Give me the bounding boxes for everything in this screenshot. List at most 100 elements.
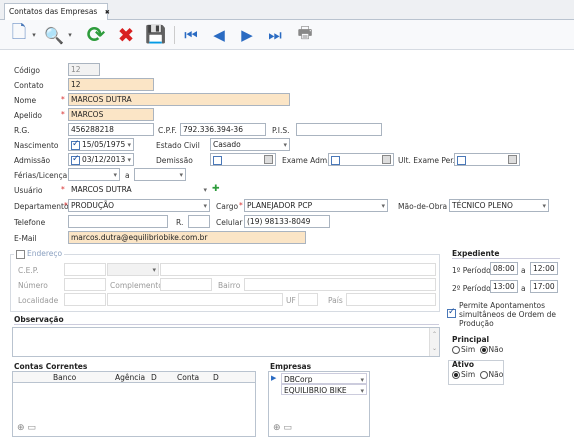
radio-nao[interactable] — [479, 371, 488, 379]
save-icon[interactable]: 💾 — [144, 22, 168, 48]
delete-icon[interactable]: ✖ — [114, 22, 138, 48]
radio-sim[interactable] — [452, 346, 460, 354]
print-icon[interactable]: 🖶 — [294, 22, 316, 48]
exame-adm-field[interactable] — [328, 153, 394, 166]
checkbox-icon[interactable] — [71, 139, 80, 150]
principal-title: Principal — [452, 335, 490, 344]
chevron-down-icon[interactable]: ▾ — [542, 201, 546, 211]
chevron-down-icon[interactable]: ▾ — [360, 386, 364, 394]
scrollbar[interactable]: ⌃ ⌄ — [429, 328, 439, 356]
first-record-icon[interactable]: ⏮ — [180, 22, 202, 48]
add-icon[interactable]: ✚ — [212, 184, 220, 194]
demissao-field[interactable] — [210, 153, 276, 166]
bairro-label: Bairro — [218, 281, 241, 290]
celular-field[interactable]: (19) 98133-8049 — [244, 215, 330, 228]
periodo2-label: 2º Período — [452, 284, 491, 293]
chevron-down-icon[interactable]: ▾ — [203, 201, 207, 211]
last-record-icon[interactable]: ⏭ — [264, 22, 286, 48]
ferias-separator: a — [125, 171, 130, 180]
chevron-down-icon[interactable]: ▾ — [127, 140, 131, 150]
add-row-icon[interactable]: ⊕ ▭ — [17, 423, 36, 433]
departamento-select[interactable]: PRODUÇÃO ▾ — [68, 199, 210, 212]
periodo2-end[interactable]: 17:00 — [530, 280, 558, 293]
cargo-select[interactable]: PLANEJADOR PCP ▾ — [244, 199, 388, 212]
bairro-field — [244, 278, 436, 291]
observacao-title: Observação — [14, 315, 64, 324]
periodo2-start[interactable]: 13:00 — [490, 280, 518, 293]
ult-exame-field[interactable] — [454, 153, 520, 166]
checkbox-icon[interactable] — [16, 249, 25, 259]
close-icon[interactable]: ✖ — [105, 9, 110, 16]
col-d2[interactable]: D — [213, 373, 219, 382]
permite-label: Permite Apontamentos simultâneos de Orde… — [459, 301, 556, 328]
checkbox-icon[interactable] — [457, 155, 466, 165]
localidade-field — [64, 293, 106, 306]
col-agencia[interactable]: Agência — [115, 373, 145, 382]
rg-field[interactable]: 456288218 — [68, 123, 154, 136]
pis-field[interactable] — [296, 123, 382, 136]
chevron-down-icon[interactable]: ▾ — [179, 170, 183, 180]
ferias-end-field[interactable]: ▾ — [134, 168, 186, 181]
contato-field[interactable]: 12 — [68, 78, 154, 91]
empresa-row[interactable]: DBCorp ▾ — [281, 373, 367, 384]
chevron-down-icon[interactable]: ▾ — [66, 22, 74, 48]
permite-apontamentos-checkbox[interactable]: Permite Apontamentos simultâneos de Orde… — [447, 301, 567, 328]
email-field[interactable]: marcos.dutra@equilibriobike.com.br — [68, 231, 306, 244]
calendar-icon[interactable] — [264, 155, 273, 164]
celular-label: Celular — [216, 218, 243, 227]
checkbox-icon[interactable] — [71, 154, 80, 165]
add-row-icon[interactable]: ⊕ ▭ — [273, 423, 292, 433]
periodo1-start[interactable]: 08:00 — [490, 262, 518, 275]
estado-civil-label: Estado Civil — [156, 141, 200, 150]
chevron-down-icon[interactable]: ▾ — [360, 375, 364, 383]
empresas-title: Empresas — [270, 362, 312, 371]
checkbox-icon[interactable] — [447, 307, 456, 318]
ferias-start-field[interactable]: ▾ — [68, 168, 120, 181]
nascimento-field[interactable]: 15/05/1975▾ — [68, 138, 134, 151]
tab-contatos[interactable]: Contatos das Empresas ✖ — [4, 3, 110, 21]
refresh-icon[interactable]: ⟳ — [84, 22, 108, 48]
cpf-field[interactable]: 792.336.394-36 — [180, 123, 266, 136]
telefone-label: Telefone — [14, 218, 46, 227]
radio-sim[interactable] — [452, 371, 460, 379]
observacao-divider — [14, 324, 439, 325]
admissao-field[interactable]: 03/12/2013▾ — [68, 153, 134, 166]
contas-title: Contas Correntes — [14, 362, 88, 371]
rg-label: R.G. — [14, 126, 30, 135]
calendar-icon[interactable] — [382, 155, 391, 164]
nome-field[interactable]: MARCOS DUTRA — [68, 93, 290, 106]
radio-nao[interactable] — [479, 346, 488, 354]
expediente-title: Expediente — [452, 249, 500, 258]
usuario-select[interactable]: MARCOS DUTRA ▾ — [68, 183, 210, 196]
chevron-down-icon[interactable]: ▾ — [127, 155, 131, 165]
mao-de-obra-select[interactable]: TÉCNICO PLENO ▾ — [449, 199, 549, 212]
codigo-field: 12 — [68, 63, 100, 76]
calendar-icon[interactable] — [508, 155, 517, 164]
endereco-title[interactable]: Endereço — [14, 249, 65, 259]
contas-header: Banco Agência D Conta D — [13, 372, 255, 383]
empresas-grid[interactable]: ▶ DBCorp ▾ EQUILIBRIO BIKE ▾ ⊕ ▭ — [268, 371, 370, 437]
prev-record-icon[interactable]: ◀ — [208, 22, 230, 48]
telefone-field[interactable] — [68, 215, 168, 228]
checkbox-icon[interactable] — [213, 155, 222, 165]
chevron-down-icon[interactable]: ▾ — [113, 170, 117, 180]
next-record-icon[interactable]: ▶ — [236, 22, 258, 48]
empresa-row[interactable]: EQUILIBRIO BIKE ▾ — [281, 384, 367, 395]
estado-civil-select[interactable]: Casado ▾ — [210, 138, 290, 151]
observacao-textarea[interactable]: ⌃ ⌄ — [12, 327, 440, 357]
apelido-field[interactable]: MARCOS — [68, 108, 154, 121]
search-icon[interactable]: 🔍 — [42, 22, 66, 48]
chevron-down-icon[interactable]: ▾ — [30, 22, 38, 48]
chevron-down-icon: ▾ — [152, 266, 156, 274]
col-banco[interactable]: Banco — [53, 373, 76, 382]
chevron-down-icon[interactable]: ▾ — [283, 140, 287, 150]
chevron-down-icon[interactable]: ▾ — [381, 201, 385, 211]
periodo1-end[interactable]: 12:00 — [530, 262, 558, 275]
ramal-field[interactable] — [188, 215, 210, 228]
col-d1[interactable]: D — [151, 373, 157, 382]
contas-grid[interactable]: Banco Agência D Conta D ⊕ ▭ — [12, 371, 256, 437]
chevron-down-icon[interactable]: ▾ — [203, 185, 207, 195]
checkbox-icon[interactable] — [331, 155, 340, 165]
col-conta[interactable]: Conta — [177, 373, 199, 382]
new-document-icon[interactable]: 🗋 — [8, 22, 30, 48]
